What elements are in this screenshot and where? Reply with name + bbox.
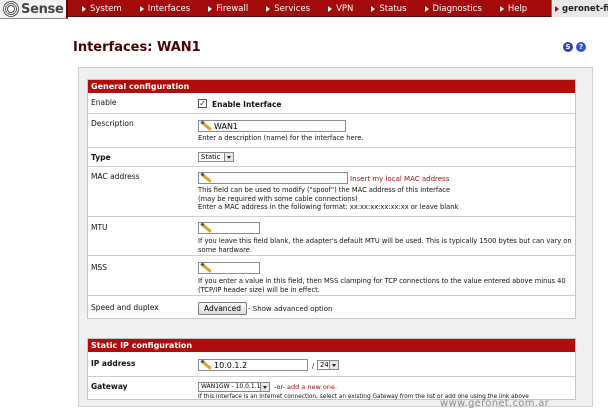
mac-hint-1: This field can be used to modify ("spoof… <box>198 186 451 194</box>
gateway-label: Gateway <box>91 382 128 391</box>
row-speed-duplex: Speed and duplex Advanced - Show advance… <box>88 296 575 320</box>
mtu-label: MTU <box>91 223 108 232</box>
subnet-mask-select[interactable]: 24 <box>317 360 339 370</box>
section-header: Static IP configuration <box>88 339 575 352</box>
menu-label: VPN <box>336 3 354 14</box>
row-type: Type Static <box>88 148 575 167</box>
menu-arrow-icon <box>424 5 429 12</box>
mtu-input[interactable] <box>198 222 260 234</box>
mac-hint-3: Enter a MAC address in the following for… <box>198 203 459 211</box>
menu-arrow-icon <box>208 5 213 12</box>
enable-label: Enable <box>91 98 117 107</box>
menu-arrow-icon <box>82 5 86 12</box>
menu-label: Status <box>379 3 407 14</box>
insert-mac-link[interactable]: Insert my local MAC address <box>350 175 449 184</box>
menu-arrow-icon <box>266 5 271 12</box>
advanced-text: - Show advanced option <box>248 305 333 313</box>
chevron-down-icon <box>260 383 269 391</box>
mask-value: 24 <box>320 361 329 369</box>
menu-arrow-icon <box>499 5 504 12</box>
row-enable: Enable ✓ Enable Interface <box>88 93 575 114</box>
gateway-select[interactable]: WAN1GW - 10.0.1.1 <box>198 382 270 392</box>
general-configuration-panel: General configuration Enable ✓ Enable In… <box>87 79 576 319</box>
ip-value: 10.0.1.2 <box>214 360 248 370</box>
menu-services[interactable]: Services <box>260 0 316 17</box>
type-select[interactable]: Static <box>198 152 234 162</box>
chevron-down-icon <box>329 361 338 369</box>
add-gateway-link[interactable]: add a new one. <box>287 383 337 392</box>
top-nav-bar: Sense System Interfaces Firewall Service… <box>0 0 608 19</box>
menu-arrow-icon <box>139 5 144 12</box>
menu-label: Diagnostics <box>432 3 482 14</box>
menu-diagnostics[interactable]: Diagnostics <box>419 0 488 17</box>
pencil-icon <box>201 121 212 131</box>
enable-checkbox[interactable]: ✓ <box>198 99 207 108</box>
speed-label: Speed and duplex <box>91 303 159 312</box>
ip-address-input[interactable]: 10.0.1.2 <box>198 359 308 371</box>
mtu-hint: If you leave this field blank, the adapt… <box>198 237 572 254</box>
pencil-icon <box>201 360 212 370</box>
menu-help[interactable]: Help <box>494 0 533 17</box>
description-hint: Enter a description (name) for the inter… <box>198 134 364 142</box>
menu-arrow-icon <box>555 5 559 12</box>
menu-arrow-icon <box>328 5 333 12</box>
watermark: www.geronet.com.ar <box>440 398 550 409</box>
enable-text: Enable Interface <box>212 100 282 109</box>
section-header: General configuration <box>88 80 575 93</box>
description-input[interactable]: WAN1 <box>198 120 346 132</box>
status-shortcut-icon[interactable]: S <box>563 42 573 52</box>
mss-hint: If you enter a value in this field, then… <box>198 277 566 294</box>
chevron-down-icon <box>224 153 233 161</box>
row-ip-address: IP address 10.0.1.2 / 24 <box>88 352 575 377</box>
gateway-or: -or- <box>274 383 286 391</box>
mac-label: MAC address <box>91 172 140 181</box>
hostname-label: geronet-fi <box>562 3 608 14</box>
row-mss: MSS If you enter a value in this field, … <box>88 256 575 296</box>
menu-label: System <box>90 3 122 14</box>
help-icons: S ? <box>563 42 586 52</box>
pencil-icon <box>201 263 212 273</box>
type-value: Static <box>201 153 221 161</box>
menu-arrow-icon <box>371 5 376 12</box>
menu-label: Services <box>274 3 311 14</box>
pfsense-logo-icon <box>3 1 19 17</box>
gateway-value: WAN1GW - 10.0.1.1 <box>201 383 261 390</box>
static-ip-configuration-panel: Static IP configuration IP address 10.0.… <box>87 338 576 400</box>
pencil-icon <box>201 173 212 183</box>
menu-vpn[interactable]: VPN <box>322 0 359 17</box>
ip-label: IP address <box>91 359 136 368</box>
help-icon[interactable]: ? <box>576 42 586 52</box>
menu-label: Help <box>507 3 528 14</box>
menu-interfaces[interactable]: Interfaces <box>134 0 196 17</box>
type-label: Type <box>91 153 111 162</box>
hostname-menu[interactable]: geronet-fi <box>551 0 608 17</box>
mss-label: MSS <box>91 263 107 272</box>
advanced-button[interactable]: Advanced <box>198 302 248 315</box>
pfsense-logo[interactable]: Sense <box>0 0 68 19</box>
description-value: WAN1 <box>214 121 239 131</box>
mac-input[interactable] <box>198 172 348 184</box>
logo-text: Sense <box>21 1 64 17</box>
row-mtu: MTU If you leave this field blank, the a… <box>88 217 575 256</box>
main-menu: System Interfaces Firewall Services VPN … <box>76 0 533 17</box>
menu-firewall[interactable]: Firewall <box>202 0 254 17</box>
mss-input[interactable] <box>198 262 260 274</box>
page-title: Interfaces: WAN1 <box>73 40 201 55</box>
pencil-icon <box>201 223 212 233</box>
mac-hint-2: (may be required with some cable connect… <box>198 194 358 203</box>
row-description: Description WAN1 Enter a description (na… <box>88 114 575 148</box>
ip-slash: / <box>312 362 315 370</box>
menu-system[interactable]: System <box>76 0 128 17</box>
menu-label: Interfaces <box>147 3 191 14</box>
row-mac-address: MAC address Insert my local MAC address … <box>88 167 575 217</box>
menu-status[interactable]: Status <box>365 0 412 17</box>
description-label: Description <box>91 119 134 128</box>
menu-label: Firewall <box>216 3 249 14</box>
